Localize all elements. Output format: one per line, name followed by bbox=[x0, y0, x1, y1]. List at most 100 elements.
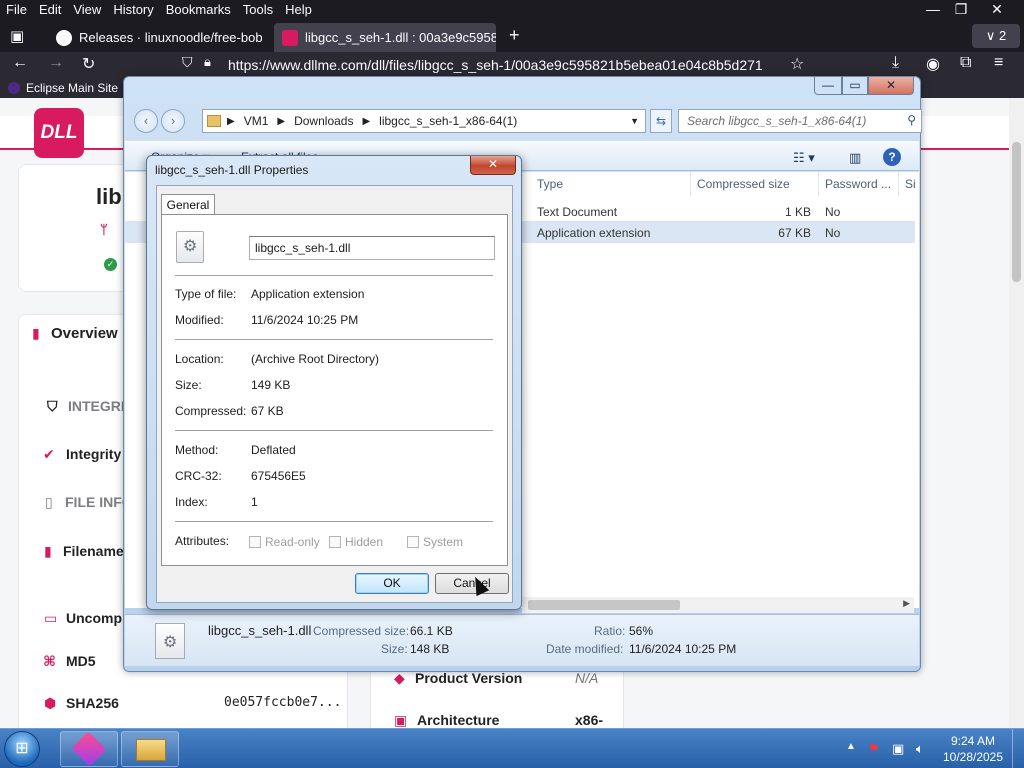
minimize-icon[interactable]: — bbox=[814, 77, 842, 95]
search-placeholder: Search libgcc_s_seh-1_x86-64(1) bbox=[687, 114, 867, 128]
account-icon[interactable]: ◉ bbox=[926, 54, 940, 74]
tab-general[interactable]: General bbox=[161, 194, 215, 215]
architecture-value: x86- bbox=[575, 712, 604, 728]
close-icon[interactable]: ✕ bbox=[470, 156, 516, 175]
system-checkbox[interactable]: System bbox=[407, 535, 463, 549]
maximize-icon[interactable]: ▭ bbox=[842, 77, 868, 95]
compressed-value: 67 KB bbox=[251, 404, 284, 418]
menu-help[interactable]: Help bbox=[279, 0, 318, 20]
product-version-value: N/A bbox=[575, 670, 599, 686]
menu-view[interactable]: View bbox=[67, 0, 107, 20]
back-icon[interactable]: ← bbox=[12, 54, 28, 72]
breadcrumb-folder[interactable]: libgcc_s_seh-1_x86-64(1) bbox=[379, 114, 517, 128]
scrollbar-thumb[interactable] bbox=[1012, 142, 1021, 282]
tab-overview-icon[interactable]: ▣ bbox=[10, 27, 24, 45]
hidden-checkbox[interactable]: Hidden bbox=[329, 535, 383, 549]
menu-history[interactable]: History bbox=[107, 0, 159, 20]
action-center-flag-icon[interactable]: ⚑ bbox=[868, 741, 880, 757]
page-scrollbar[interactable] bbox=[1009, 98, 1024, 728]
method-label: Method: bbox=[175, 443, 219, 457]
fingerprint-icon: ⌘ bbox=[43, 653, 56, 669]
chevron-down-icon[interactable]: ▼ bbox=[630, 116, 639, 126]
menu-hamburger-icon[interactable]: ≡ bbox=[994, 54, 1003, 72]
separator bbox=[175, 275, 493, 276]
refresh-icon[interactable]: ⇆ bbox=[650, 109, 672, 133]
help-icon[interactable]: ? bbox=[883, 148, 901, 166]
overview-tab[interactable]: Overview bbox=[51, 325, 118, 342]
row1-type[interactable]: Text Document bbox=[537, 205, 617, 219]
forward-icon[interactable]: › bbox=[161, 109, 185, 133]
forward-icon[interactable]: → bbox=[48, 54, 64, 72]
product-version-label: Product Version bbox=[415, 670, 523, 686]
bookmark-star-icon[interactable]: ☆ bbox=[790, 54, 804, 74]
eclipse-icon bbox=[8, 82, 20, 94]
shield-icon[interactable]: ⛉ bbox=[182, 54, 193, 71]
close-icon[interactable]: ✕ bbox=[868, 77, 914, 95]
ok-button[interactable]: OK bbox=[355, 573, 429, 594]
new-tab-icon[interactable]: + bbox=[509, 25, 520, 46]
clock[interactable]: 9:24 AM 10/28/2025 bbox=[940, 733, 1006, 765]
taskbar-app-explorer[interactable] bbox=[121, 731, 179, 767]
reload-icon[interactable]: ↻ bbox=[82, 54, 95, 74]
breadcrumb[interactable]: ▶ VM1 ▶ Downloads ▶ libgcc_s_seh-1_x86-6… bbox=[202, 109, 646, 133]
attributes-label: Attributes: bbox=[175, 534, 230, 548]
column-size[interactable]: Si bbox=[899, 172, 919, 196]
checkbox-icon bbox=[249, 536, 261, 548]
taskbar-app-firefox[interactable] bbox=[60, 731, 118, 767]
network-icon[interactable]: ▣ bbox=[892, 741, 904, 757]
bookmark-eclipse[interactable]: Eclipse Main Site bbox=[26, 81, 118, 95]
column-password[interactable]: Password ... bbox=[819, 172, 899, 196]
readonly-checkbox[interactable]: Read-only bbox=[249, 535, 320, 549]
breadcrumb-vm1[interactable]: VM1 bbox=[244, 114, 269, 128]
breadcrumb-downloads[interactable]: Downloads bbox=[294, 114, 353, 128]
crc-label: CRC-32: bbox=[175, 469, 222, 483]
show-desktop-button[interactable] bbox=[1012, 729, 1024, 768]
compressed-label: Compressed: bbox=[175, 404, 247, 418]
url-bar[interactable]: https://www.dllme.com/dll/files/libgcc_s… bbox=[228, 54, 788, 76]
minimize-icon[interactable]: — bbox=[918, 0, 948, 20]
menu-bookmarks[interactable]: Bookmarks bbox=[160, 0, 237, 20]
dialog-title: libgcc_s_seh-1.dll Properties bbox=[155, 163, 309, 177]
lock-icon[interactable]: 🔒︎ bbox=[204, 54, 211, 70]
column-type[interactable]: Type bbox=[531, 172, 691, 196]
scrollbar-thumb[interactable] bbox=[528, 600, 680, 610]
menu-edit[interactable]: Edit bbox=[33, 0, 67, 20]
general-panel: Type of file: Application extension Modi… bbox=[161, 214, 508, 566]
tab-releases[interactable]: Releases · linuxnoodle/free-bob ✕ bbox=[48, 23, 270, 52]
tab-libgcc-active[interactable]: libgcc_s_seh-1.dll : 00a3e9c5958 ✕ bbox=[274, 23, 496, 52]
menu-file[interactable]: File bbox=[0, 0, 33, 20]
preview-pane-icon[interactable]: ▥ bbox=[849, 150, 861, 166]
downloads-icon[interactable]: ⤓ bbox=[892, 54, 899, 72]
extensions-icon[interactable]: ⧉ bbox=[960, 54, 971, 72]
system-label: System bbox=[423, 535, 464, 549]
verified-check-icon: ✓ bbox=[104, 258, 117, 271]
address-bar-row: ‹ › ▶ VM1 ▶ Downloads ▶ libgcc_s_seh-1_x… bbox=[132, 107, 922, 135]
dll-logo: DLL bbox=[34, 108, 84, 158]
menu-tools[interactable]: Tools bbox=[237, 0, 279, 20]
views-icon[interactable]: ☷ ▾ bbox=[793, 150, 815, 166]
start-button[interactable]: ⊞ bbox=[4, 731, 40, 767]
row2-size: 67 KB bbox=[778, 226, 811, 240]
filename-label: Filename bbox=[63, 543, 124, 559]
show-hidden-icons-icon[interactable]: ▲ bbox=[846, 741, 856, 752]
details-size-value: 148 KB bbox=[410, 642, 450, 656]
search-icon: ⚲ bbox=[907, 113, 916, 127]
scroll-right-icon[interactable]: ▶ bbox=[903, 598, 910, 609]
gear-icon: ⚙ bbox=[163, 634, 178, 651]
column-compressed-size[interactable]: Compressed size bbox=[691, 172, 819, 196]
row2-type[interactable]: Application extension bbox=[537, 226, 650, 240]
filename-field[interactable] bbox=[249, 236, 495, 260]
search-input[interactable]: Search libgcc_s_seh-1_x86-64(1) ⚲ bbox=[678, 109, 922, 133]
integrity-check-icon: ✔ bbox=[43, 446, 55, 462]
tab-list-button[interactable]: ∨ 2 bbox=[972, 24, 1020, 48]
method-value: Deflated bbox=[251, 443, 296, 457]
horizontal-scrollbar[interactable]: ▶ bbox=[522, 597, 914, 613]
close-window-icon[interactable]: ✕ bbox=[982, 0, 1012, 20]
explorer-titlebar[interactable]: — ▭ ✕ bbox=[124, 77, 920, 101]
clock-time: 9:24 AM bbox=[950, 734, 996, 748]
back-icon[interactable]: ‹ bbox=[134, 109, 158, 133]
volume-muted-icon[interactable]: 🔈︎ bbox=[916, 741, 924, 757]
file-icon: ⚙ bbox=[155, 623, 185, 659]
restore-icon[interactable]: ❐ bbox=[946, 0, 976, 20]
location-value: (Archive Root Directory) bbox=[251, 352, 380, 366]
